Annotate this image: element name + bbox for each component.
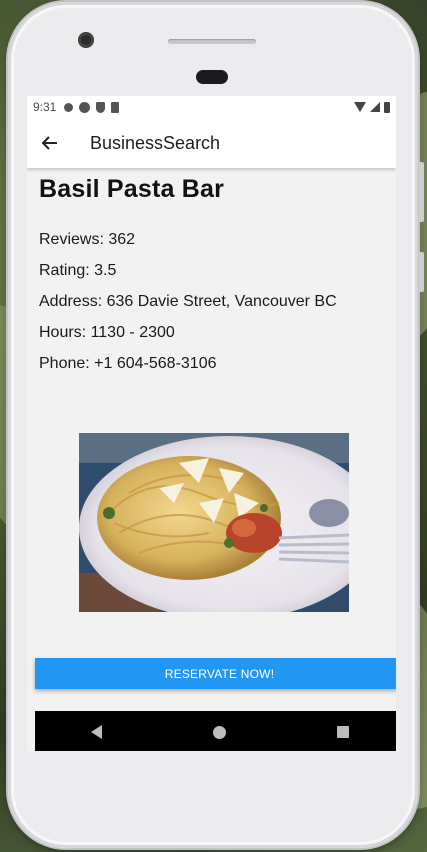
app-screen: 9:31 BusinessSearch Basil Pasta Bar Revi… — [27, 96, 396, 751]
signal-icon — [370, 102, 380, 112]
pasta-dish-image — [79, 433, 349, 612]
front-camera — [78, 32, 94, 48]
status-indicators — [354, 101, 390, 113]
business-details: Basil Pasta Bar Reviews: 362 Rating: 3.5… — [27, 175, 396, 386]
business-photo — [79, 433, 349, 612]
recents-square-icon[interactable] — [336, 726, 349, 738]
status-time: 9:31 — [33, 100, 57, 114]
proximity-sensor — [196, 70, 228, 84]
address-text: Address: 636 Davie Street, Vancouver BC — [39, 293, 337, 310]
rating-text: Rating: 3.5 — [39, 262, 117, 279]
business-name: Basil Pasta Bar — [39, 175, 225, 203]
back-triangle-icon[interactable] — [90, 725, 102, 739]
reserve-now-button[interactable]: RESERVATE NOW! — [35, 658, 396, 689]
shield-icon — [96, 101, 106, 113]
sd-card-icon — [111, 101, 120, 113]
phone-text: Phone: +1 604-568-3106 — [39, 355, 217, 372]
phone-frame: 9:31 BusinessSearch Basil Pasta Bar Revi… — [8, 2, 424, 848]
gear-icon — [64, 102, 74, 112]
back-button[interactable] — [27, 118, 73, 168]
wifi-icon — [354, 102, 366, 112]
android-a-icon — [79, 101, 91, 113]
earpiece-speaker — [168, 39, 256, 44]
app-bar: BusinessSearch — [27, 118, 396, 168]
battery-icon — [384, 101, 390, 113]
app-title: BusinessSearch — [90, 132, 221, 153]
volume-button — [419, 162, 424, 222]
home-circle-icon[interactable] — [212, 725, 226, 739]
status-bar: 9:31 — [27, 96, 396, 118]
arrow-left-icon — [41, 136, 57, 150]
power-button — [419, 252, 424, 292]
system-nav-bar — [35, 711, 396, 751]
hours-text: Hours: 1130 - 2300 — [39, 324, 175, 341]
reviews-text: Reviews: 362 — [39, 231, 136, 248]
